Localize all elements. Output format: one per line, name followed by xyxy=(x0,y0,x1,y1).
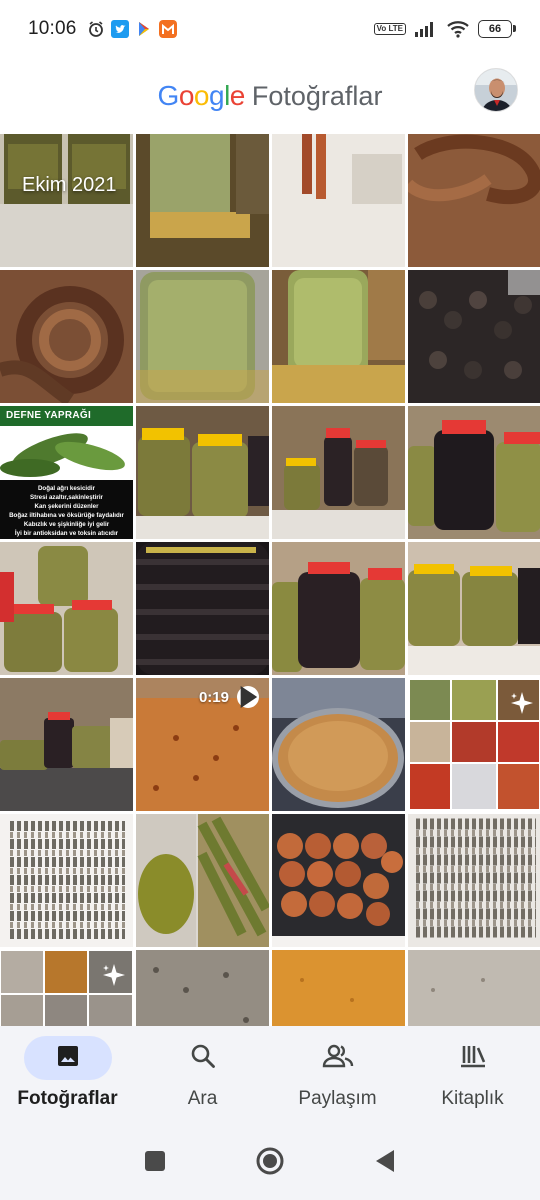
photo-icon xyxy=(56,1044,80,1073)
twitter-icon xyxy=(110,20,129,38)
video-thumbnail[interactable]: 0:19 xyxy=(136,678,269,811)
app-header: Google Fotoğraflar xyxy=(0,58,540,134)
photo-thumbnail[interactable] xyxy=(272,542,405,675)
brand-letter: e xyxy=(229,80,246,111)
sparkle-icon xyxy=(511,692,533,714)
photo-thumbnail[interactable] xyxy=(136,134,269,267)
photo-thumbnail[interactable] xyxy=(0,542,133,675)
brand-letter: G xyxy=(157,80,180,111)
play-store-icon xyxy=(135,20,153,38)
system-status-icons: Vo LTE 66 xyxy=(373,20,516,38)
poster-line: Stresi azaltır,sakinleştirir xyxy=(30,494,103,501)
photo-thumbnail[interactable] xyxy=(408,406,540,539)
photo-thumbnail[interactable] xyxy=(272,950,405,1026)
poster-line: Doğal ağrı kesicidir xyxy=(37,485,96,492)
app-logo: Google Fotoğraflar xyxy=(158,80,383,112)
nav-library[interactable]: Kitaplık xyxy=(405,1026,540,1126)
photo-thumbnail[interactable] xyxy=(272,134,405,267)
photo-thumbnail[interactable] xyxy=(0,814,133,947)
nav-search[interactable]: Ara xyxy=(135,1026,270,1126)
photo-thumbnail[interactable] xyxy=(136,950,269,1026)
nav-sharing-label: Paylaşım xyxy=(298,1088,377,1109)
nav-sharing-pill xyxy=(294,1036,382,1080)
poster-line: Kan şekerini düzenler xyxy=(34,503,99,510)
photo-thumbnail[interactable] xyxy=(0,134,133,267)
photo-thumbnail[interactable] xyxy=(136,406,269,539)
photo-thumbnail[interactable] xyxy=(408,542,540,675)
system-navigation-bar xyxy=(0,1126,540,1200)
collage-thumbnail[interactable] xyxy=(408,678,540,811)
app-notification-icon xyxy=(158,20,177,38)
video-duration-overlay: 0:19 xyxy=(199,686,259,708)
photo-thumbnail[interactable] xyxy=(408,134,540,267)
photo-thumbnail[interactable] xyxy=(408,814,540,947)
poster-line: Boğaz iltihabına ve öksürüğe faydalıdır xyxy=(9,512,124,519)
bottom-navigation: Fotoğraflar Ara Paylaşım Kitaplık xyxy=(0,1026,540,1126)
brand-letter: o xyxy=(193,80,210,111)
status-time: 10:06 xyxy=(28,18,77,39)
nav-library-pill xyxy=(429,1036,517,1080)
photo-thumbnail[interactable] xyxy=(0,678,133,811)
photo-thumbnail[interactable] xyxy=(0,270,133,403)
nav-photos-pill xyxy=(23,1036,112,1080)
recents-button[interactable] xyxy=(144,1150,166,1177)
photo-thumbnail[interactable] xyxy=(272,406,405,539)
brand-letter: o xyxy=(178,80,195,111)
collage-thumbnail[interactable] xyxy=(136,814,269,947)
people-icon xyxy=(322,1043,354,1074)
photo-thumbnail[interactable] xyxy=(272,814,405,947)
play-icon xyxy=(237,686,259,708)
library-icon xyxy=(459,1043,487,1074)
poster-title: DEFNE YAPRAĞI xyxy=(0,406,133,426)
nav-photos[interactable]: Fotoğraflar xyxy=(0,1026,135,1126)
battery-indicator: 66 xyxy=(478,20,516,38)
photo-grid: DEFNE YAPRAĞI Doğal ağrı kesicidir Stres… xyxy=(0,134,540,1026)
back-button[interactable] xyxy=(374,1149,396,1178)
sparkle-icon xyxy=(103,964,125,986)
photo-thumbnail[interactable] xyxy=(272,678,405,811)
account-avatar[interactable] xyxy=(474,68,518,112)
google-wordmark: Google xyxy=(157,80,246,112)
alarm-icon xyxy=(87,20,105,38)
date-section-label: Ekim 2021 xyxy=(22,174,117,196)
photo-thumbnail[interactable] xyxy=(408,950,540,1026)
search-icon xyxy=(190,1043,216,1074)
nav-search-label: Ara xyxy=(187,1088,218,1109)
volte-badge: Vo LTE xyxy=(373,23,406,35)
nav-photos-label: Fotoğraflar xyxy=(17,1088,118,1109)
nav-library-label: Kitaplık xyxy=(441,1088,504,1109)
home-button[interactable] xyxy=(255,1146,285,1181)
status-bar: 10:06 Vo LTE 66 xyxy=(0,0,540,58)
signal-icon xyxy=(414,20,438,38)
photo-thumbnail[interactable] xyxy=(136,542,269,675)
photo-thumbnail[interactable] xyxy=(272,270,405,403)
notification-icons xyxy=(87,20,177,38)
nav-sharing[interactable]: Paylaşım xyxy=(270,1026,405,1126)
photo-thumbnail[interactable] xyxy=(408,270,540,403)
collage-thumbnail[interactable] xyxy=(0,950,133,1026)
poster-line: Kabızlık ve şişkinliğe iyi gelir xyxy=(23,521,110,528)
photo-thumbnail[interactable] xyxy=(136,270,269,403)
poster-line: İyi bir antioksidan ve toksin atıcıdır xyxy=(14,530,119,537)
wifi-icon xyxy=(446,20,470,38)
poster-thumbnail[interactable]: DEFNE YAPRAĞI Doğal ağrı kesicidir Stres… xyxy=(0,406,133,539)
video-duration: 0:19 xyxy=(198,688,229,706)
product-name: Fotoğraflar xyxy=(251,81,383,111)
nav-search-pill xyxy=(159,1036,247,1080)
brand-letter: g xyxy=(208,80,225,111)
poster-text: Doğal ağrı kesicidir Stresi azaltır,saki… xyxy=(0,480,133,539)
